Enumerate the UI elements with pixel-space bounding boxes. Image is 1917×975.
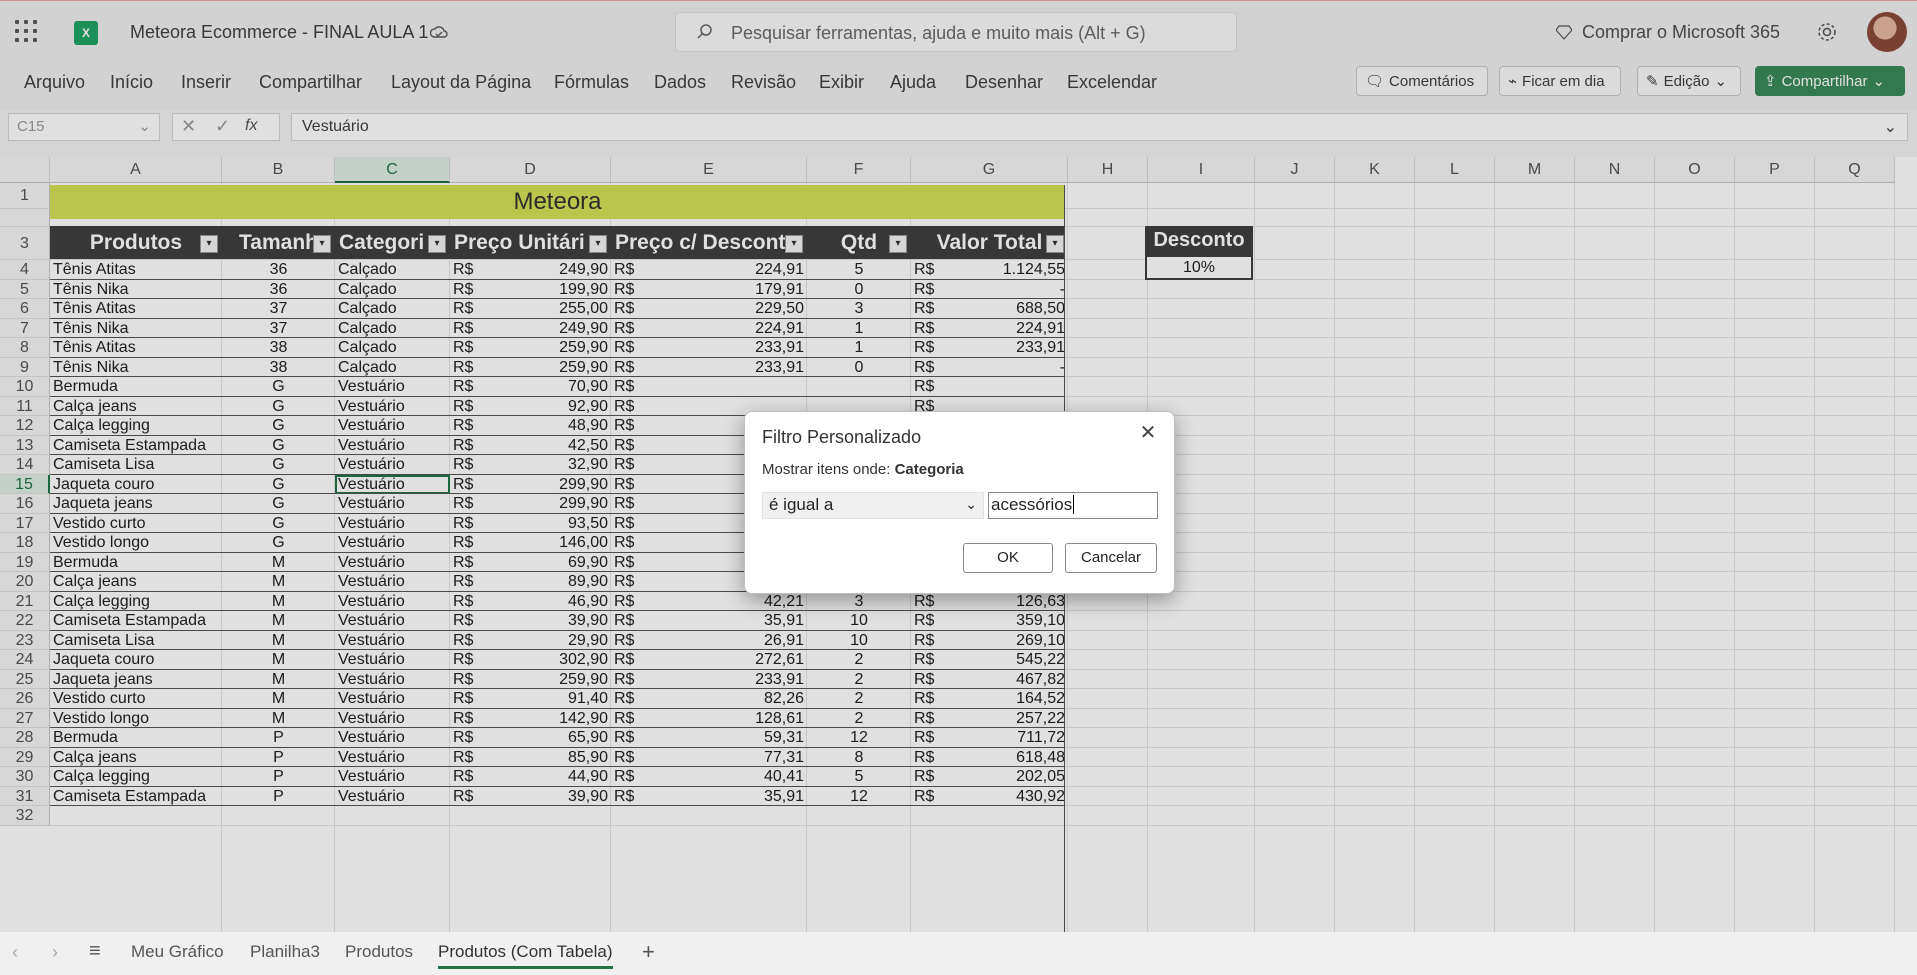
filter-value: acessórios [991, 495, 1073, 514]
chevron-down-icon: ⌄ [965, 496, 977, 512]
sheet-tab-planilha3[interactable]: Planilha3 [250, 942, 320, 962]
description-prefix: Mostrar itens onde: [762, 461, 891, 478]
dialog-description: Mostrar itens onde: Categoria [762, 461, 964, 478]
add-sheet-icon[interactable]: + [642, 939, 655, 965]
custom-filter-dialog: Filtro Personalizado ✕ Mostrar itens ond… [744, 411, 1175, 594]
description-field: Categoria [894, 461, 964, 478]
operator-select[interactable]: é igual a ⌄ [762, 492, 984, 519]
operator-value: é igual a [769, 495, 834, 514]
sheet-tab-meu-grafico[interactable]: Meu Gráfico [131, 942, 224, 962]
cancel-button[interactable]: Cancelar [1065, 543, 1157, 573]
chevron-left-icon[interactable]: ‹ [12, 942, 18, 963]
sheet-tab-produtos[interactable]: Produtos [345, 942, 413, 962]
filter-value-input[interactable]: acessórios [988, 492, 1158, 519]
sheet-tab-produtos-com-tabela[interactable]: Produtos (Com Tabela) [438, 942, 613, 969]
close-icon[interactable]: ✕ [1137, 422, 1159, 444]
dialog-title: Filtro Personalizado [762, 427, 922, 447]
all-sheets-icon[interactable]: ≡ [89, 940, 101, 963]
text-cursor [1073, 495, 1075, 514]
ok-button[interactable]: OK [963, 543, 1053, 573]
chevron-right-icon[interactable]: › [52, 942, 58, 963]
